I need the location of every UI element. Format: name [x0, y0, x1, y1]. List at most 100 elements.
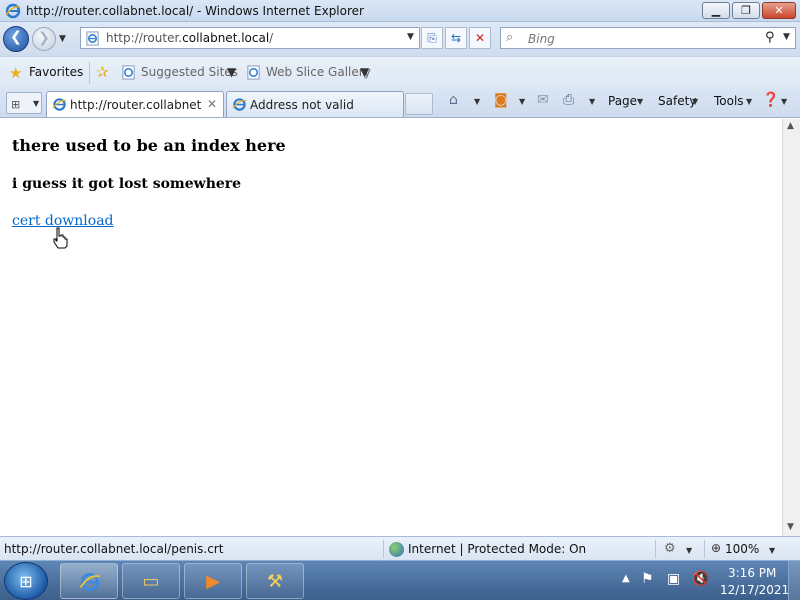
back-arrow-icon: ❮ — [10, 29, 22, 45]
mail-icon[interactable]: ✉ — [537, 92, 549, 108]
printer-icon[interactable]: ⎙ — [563, 92, 574, 108]
windows-logo-icon: ⊞ — [19, 572, 33, 591]
page-content: there used to be an index here i guess i… — [0, 119, 782, 536]
home-icon[interactable]: ⌂ — [449, 92, 458, 108]
ie-logo-icon — [79, 572, 100, 592]
zoom-dropdown-icon[interactable]: ▼ — [769, 546, 775, 555]
tab-label: http://router.collabnet.... — [70, 98, 202, 112]
web-slice-gallery-icon — [247, 65, 260, 80]
status-bar: http://router.collabnet.local/penis.crt … — [0, 536, 800, 560]
volume-muted-icon[interactable]: 🔇 — [692, 571, 709, 587]
compatibility-icon: ⎘ — [427, 31, 437, 45]
favorites-separator — [89, 62, 90, 84]
close-icon: ✕ — [774, 4, 784, 17]
tools-menu-dropdown-icon[interactable]: ▼ — [746, 97, 752, 106]
stop-button[interactable]: ✕ — [469, 27, 491, 49]
clock-time[interactable]: 3:16 PM — [728, 566, 776, 580]
page-menu-dropdown-icon[interactable]: ▼ — [637, 97, 643, 106]
taskbar: ⊞ ▭ ▶ ⚒ ▲ ⚑ ▣ 🔇 3:16 PM 12/17/2021 — [0, 560, 800, 600]
tab-label: Address not valid — [250, 98, 354, 112]
search-placeholder: Bing — [528, 32, 555, 46]
address-url[interactable]: http://router.collabnet.local/ — [106, 31, 273, 45]
status-divider — [704, 540, 705, 558]
stop-icon: ✕ — [474, 31, 486, 45]
tab-address-not-valid[interactable]: Address not valid — [226, 91, 404, 117]
taskbar-media-player-button[interactable]: ▶ — [184, 563, 242, 599]
rss-feed-icon[interactable]: ◙ — [494, 92, 508, 108]
media-player-icon: ▶ — [206, 571, 220, 592]
address-dropdown-icon[interactable]: ▼ — [407, 32, 414, 42]
zoom-icon: ⊕ — [711, 541, 722, 555]
close-tab-icon[interactable]: ✕ — [207, 97, 217, 111]
taskbar-explorer-button[interactable]: ▭ — [122, 563, 180, 599]
clock-date[interactable]: 12/17/2021 — [720, 583, 789, 597]
tools-menu[interactable]: Tools — [714, 94, 744, 108]
safety-menu-dropdown-icon[interactable]: ▼ — [692, 97, 698, 106]
compatibility-view-button[interactable]: ⎘ — [421, 27, 443, 49]
web-slice-gallery-link[interactable]: Web Slice Gallery — [266, 65, 371, 79]
show-desktop-button[interactable] — [788, 561, 800, 600]
ie-logo-icon — [5, 3, 21, 19]
tab-row: ⊞ ▼ http://router.collabnet.... ✕ Addres… — [0, 88, 800, 118]
window-titlebar: http://router.collabnet.local/ - Windows… — [0, 0, 800, 22]
refresh-button[interactable]: ⇆ — [445, 27, 467, 49]
recent-pages-dropdown[interactable]: ▼ — [59, 34, 66, 44]
hammer-tool-icon: ⚒ — [266, 571, 284, 592]
taskbar-tool-button[interactable]: ⚒ — [246, 563, 304, 599]
search-input[interactable]: ⌕ Bing ⚲ ▼ — [500, 27, 796, 49]
print-dropdown-icon[interactable]: ▼ — [589, 97, 595, 106]
quick-tabs-button[interactable]: ⊞ ▼ — [6, 92, 42, 114]
favorites-button[interactable]: Favorites — [29, 65, 83, 79]
maximize-icon: ❐ — [741, 4, 751, 17]
network-icon[interactable]: ▣ — [667, 571, 680, 587]
back-button[interactable]: ❮ — [3, 26, 29, 52]
taskbar-ie-button[interactable] — [60, 563, 118, 599]
action-center-flag-icon[interactable]: ⚑ — [641, 571, 654, 587]
hand-cursor-icon — [53, 227, 68, 249]
minimize-icon: ▁ — [711, 4, 721, 17]
start-button[interactable]: ⊞ — [4, 562, 48, 600]
help-dropdown-icon[interactable]: ▼ — [781, 97, 787, 106]
show-hidden-icons-icon[interactable]: ▲ — [622, 573, 630, 584]
home-dropdown-icon[interactable]: ▼ — [474, 97, 480, 106]
bing-search-icon: ⌕ — [506, 30, 514, 45]
web-slice-gallery-dropdown-icon[interactable]: ▼ — [360, 65, 369, 79]
scroll-down-icon[interactable]: ▼ — [787, 522, 794, 532]
forward-arrow-icon: ❯ — [38, 30, 50, 46]
tab-router-collabnet[interactable]: http://router.collabnet.... ✕ — [46, 91, 224, 117]
add-to-favorites-icon[interactable]: ✰ — [96, 63, 109, 81]
popup-dropdown-icon[interactable]: ▼ — [686, 546, 692, 555]
security-zone-text[interactable]: Internet | Protected Mode: On — [408, 542, 586, 556]
new-tab-button[interactable] — [405, 93, 433, 115]
folder-icon: ▭ — [142, 571, 160, 592]
tab-list-dropdown-icon[interactable]: ▼ — [33, 99, 39, 108]
minimize-button[interactable]: ▁ — [702, 2, 730, 19]
status-divider — [655, 540, 656, 558]
search-icon[interactable]: ⚲ — [765, 30, 775, 45]
page-heading: there used to be an index here — [12, 136, 286, 155]
help-icon[interactable]: ❓ — [762, 92, 779, 108]
scroll-up-icon[interactable]: ▲ — [787, 121, 794, 131]
ie-page-icon — [52, 98, 67, 111]
address-bar[interactable]: http://router.collabnet.local/ ▼ — [80, 27, 420, 49]
suggested-sites-dropdown-icon[interactable]: ▼ — [227, 65, 236, 79]
page-icon — [86, 31, 99, 46]
close-window-button[interactable]: ✕ — [762, 2, 796, 19]
zoom-level[interactable]: 100% — [725, 542, 759, 556]
quick-tabs-icon: ⊞ — [11, 98, 21, 111]
suggested-sites-link[interactable]: Suggested Sites — [141, 65, 238, 79]
feeds-dropdown-icon[interactable]: ▼ — [519, 97, 525, 106]
page-menu[interactable]: Page — [608, 94, 637, 108]
window-title: http://router.collabnet.local/ - Windows… — [26, 4, 364, 18]
favorites-star-icon: ★ — [9, 64, 23, 82]
maximize-button[interactable]: ❐ — [732, 2, 760, 19]
favorites-bar: ★ Favorites ✰ Suggested Sites ▼ Web Slic… — [0, 56, 800, 88]
page-subheading: i guess it got lost somewhere — [12, 176, 242, 192]
safety-menu[interactable]: Safety — [658, 94, 696, 108]
forward-button[interactable]: ❯ — [32, 27, 56, 51]
vertical-scrollbar[interactable]: ▲ ▼ — [782, 119, 800, 536]
address-row: ❮ ❯ ▼ http://router.collabnet.local/ ▼ ⎘… — [0, 22, 800, 56]
internet-zone-icon — [389, 542, 404, 557]
popup-blocker-icon[interactable]: ⚙ — [664, 541, 676, 556]
search-options-dropdown-icon[interactable]: ▼ — [783, 32, 790, 42]
